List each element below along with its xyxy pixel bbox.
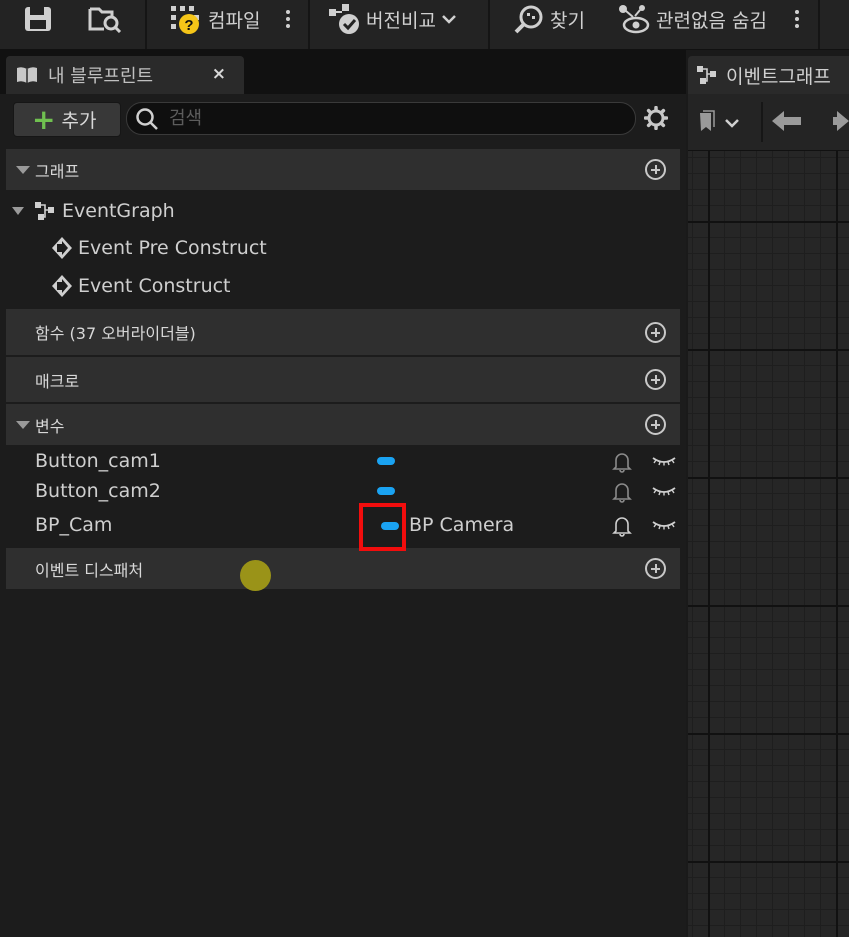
find-icon — [514, 5, 543, 34]
bell-icon[interactable] — [612, 481, 632, 503]
add-function-icon[interactable] — [645, 322, 666, 343]
event-graph-item[interactable]: EventGraph — [12, 199, 175, 223]
section-label: 그래프 — [35, 161, 80, 181]
event-icon — [52, 275, 72, 297]
tab-title: 내 블루프린트 — [48, 66, 154, 87]
save-icon — [25, 7, 51, 31]
book-icon — [17, 67, 37, 83]
hide-unrelated-icon — [619, 5, 650, 34]
hide-unrelated-button[interactable]: 관련없음 숨김 — [618, 0, 767, 38]
section-label: 함수 (37 오버라이더블) — [35, 324, 196, 343]
find-button[interactable]: 찾기 — [514, 0, 585, 38]
close-icon[interactable]: × — [212, 64, 226, 84]
gear-icon[interactable] — [644, 106, 668, 130]
search-icon — [136, 107, 158, 130]
cursor-indicator — [240, 560, 271, 591]
add-label: 추가 — [61, 110, 97, 132]
compile-label: 컴파일 — [208, 9, 261, 32]
graph-tab-title: 이벤트그래프 — [726, 65, 831, 88]
hide-unrelated-label: 관련없음 숨김 — [656, 9, 767, 32]
add-variable-icon[interactable] — [645, 414, 666, 435]
expand-arrow-icon — [12, 207, 24, 215]
section-variables[interactable]: 변수 — [6, 404, 680, 445]
browse-button[interactable] — [88, 0, 122, 38]
bell-icon[interactable] — [612, 515, 632, 537]
bookmark-icon[interactable] — [698, 110, 742, 134]
back-arrow-icon[interactable] — [772, 110, 802, 132]
search-input[interactable] — [167, 107, 611, 130]
compile-icon: ? — [171, 6, 199, 34]
add-graph-icon[interactable] — [645, 159, 666, 180]
section-macros[interactable]: 매크로 — [6, 357, 680, 402]
graph-icon — [35, 202, 54, 220]
section-label: 매크로 — [35, 371, 80, 391]
add-macro-icon[interactable] — [645, 369, 666, 390]
graph-icon — [697, 66, 716, 84]
add-dispatcher-icon[interactable] — [645, 558, 666, 579]
more-options-button[interactable] — [795, 0, 799, 38]
eye-closed-icon[interactable] — [652, 519, 676, 531]
graph-toolbar — [688, 94, 849, 151]
eye-closed-icon[interactable] — [652, 455, 676, 467]
save-button[interactable] — [24, 0, 52, 38]
options-icon — [795, 10, 799, 28]
section-functions[interactable]: 함수 (37 오버라이더블) — [6, 309, 680, 355]
variable-row[interactable]: BP_Cam BP Camera — [6, 514, 680, 538]
plus-icon: + — [32, 102, 56, 136]
expand-arrow-icon — [16, 165, 30, 174]
variable-type-pill[interactable] — [377, 487, 395, 495]
diff-icon — [329, 4, 359, 34]
search-box[interactable] — [126, 102, 636, 135]
eye-closed-icon[interactable] — [652, 485, 676, 497]
variable-name: Button_cam1 — [35, 450, 161, 472]
section-label: 변수 — [35, 416, 65, 436]
my-blueprint-tab[interactable]: 내 블루프린트 × — [6, 56, 244, 94]
graph-canvas[interactable] — [688, 151, 849, 937]
section-graphs[interactable]: 그래프 — [6, 149, 680, 190]
variable-type-pill[interactable] — [377, 457, 395, 465]
event-graph-label: EventGraph — [62, 200, 175, 222]
variable-row[interactable]: Button_cam2 — [6, 480, 680, 504]
diff-label: 버전비교 — [366, 9, 436, 32]
section-event-dispatchers[interactable]: 이벤트 디스패처 — [6, 548, 680, 589]
bell-icon[interactable] — [612, 451, 632, 473]
event-item[interactable]: Event Pre Construct — [51, 236, 267, 260]
chevron-down-icon — [442, 15, 456, 24]
event-item[interactable]: Event Construct — [51, 274, 231, 298]
forward-arrow-icon[interactable] — [833, 110, 849, 132]
variable-type-label: BP Camera — [409, 514, 515, 536]
expand-arrow-icon — [16, 420, 30, 429]
find-label: 찾기 — [550, 9, 585, 32]
event-label: Event Construct — [78, 275, 231, 297]
svg-text:?: ? — [184, 17, 193, 34]
variable-name: BP_Cam — [35, 514, 113, 536]
variable-name: Button_cam2 — [35, 480, 161, 502]
compile-options-button[interactable] — [286, 0, 290, 38]
event-graph-tab[interactable]: 이벤트그래프 — [688, 56, 849, 94]
event-icon — [52, 237, 72, 259]
browse-icon — [88, 7, 122, 33]
options-icon — [286, 10, 290, 28]
event-label: Event Pre Construct — [78, 237, 267, 259]
main-toolbar: ? 컴파일 버전비교 찾기 관련없음 숨김 — [0, 0, 849, 50]
add-button[interactable]: + 추가 — [13, 102, 121, 137]
diff-button[interactable]: 버전비교 — [328, 0, 456, 38]
section-label: 이벤트 디스패처 — [35, 560, 144, 580]
variable-row[interactable]: Button_cam1 — [6, 450, 680, 474]
highlight-box — [359, 503, 406, 551]
compile-button[interactable]: ? 컴파일 — [170, 0, 260, 38]
